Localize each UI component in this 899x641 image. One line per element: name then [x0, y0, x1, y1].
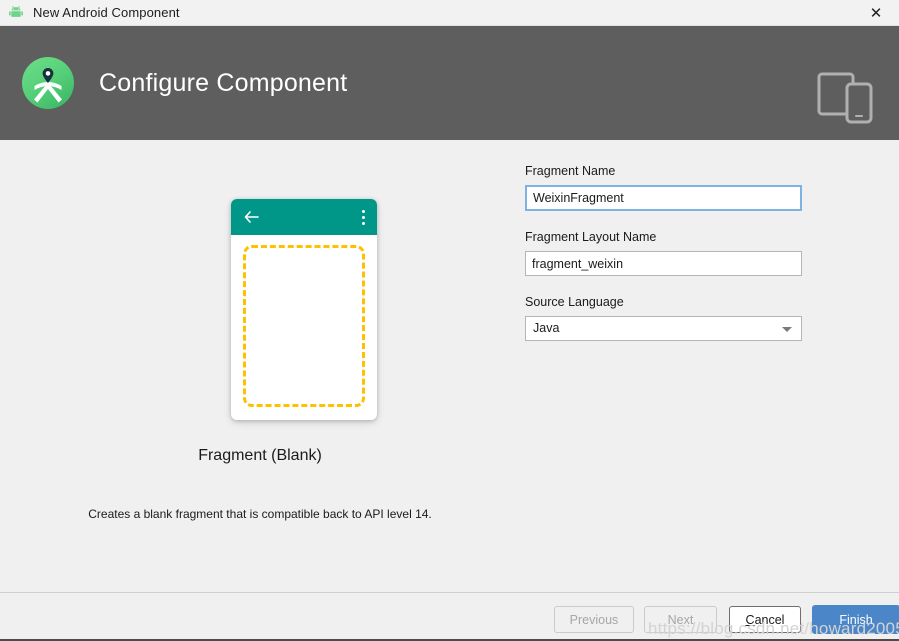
field-group-fragment-layout-name: Fragment Layout Name [525, 230, 815, 276]
template-title: Fragment (Blank) [198, 447, 322, 464]
fragment-preview-card [231, 199, 377, 420]
fragment-layout-name-input[interactable] [525, 251, 802, 276]
field-group-source-language: Source Language Java [525, 295, 815, 341]
android-robot-icon [7, 4, 25, 22]
tablet-and-phone-icon [817, 70, 873, 124]
fragment-placeholder-outline [243, 245, 365, 407]
header-title: Configure Component [99, 68, 348, 97]
template-preview-panel: Fragment (Blank) Creates a blank fragmen… [0, 140, 520, 592]
template-description: Creates a blank fragment that is compati… [88, 507, 432, 521]
finish-button[interactable]: Finish [812, 605, 899, 634]
window-title: New Android Component [33, 5, 180, 20]
back-arrow-icon [244, 210, 259, 224]
cancel-label-rest: ancel [754, 612, 785, 627]
android-studio-logo-icon [21, 56, 75, 110]
cancel-button[interactable]: Cancel [729, 606, 801, 633]
fragment-layout-name-label: Fragment Layout Name [525, 230, 657, 244]
overflow-menu-icon [362, 210, 366, 225]
field-group-fragment-name: Fragment Name [525, 140, 815, 211]
next-button[interactable]: Next [644, 606, 717, 633]
source-language-label: Source Language [525, 295, 624, 309]
previous-button[interactable]: Previous [554, 606, 634, 633]
dialog-footer: Previous Next Cancel Finish [0, 592, 899, 641]
fragment-name-input[interactable] [525, 185, 802, 211]
source-language-dropdown[interactable]: Java [525, 316, 802, 341]
new-android-component-dialog: New Android Component ✕ Configure Compon… [0, 0, 899, 641]
close-icon[interactable]: ✕ [853, 0, 899, 26]
preview-appbar [231, 199, 377, 235]
configuration-form: Fragment Name Fragment Layout Name Sourc… [525, 140, 815, 360]
window-titlebar: New Android Component ✕ [0, 0, 899, 26]
source-language-value: Java [533, 321, 560, 335]
chevron-down-icon[interactable] [782, 327, 792, 332]
cancel-mnemonic: C [745, 612, 755, 627]
dialog-content: Fragment (Blank) Creates a blank fragmen… [0, 140, 899, 592]
fragment-name-label: Fragment Name [525, 164, 616, 178]
dialog-header: Configure Component [0, 26, 899, 140]
